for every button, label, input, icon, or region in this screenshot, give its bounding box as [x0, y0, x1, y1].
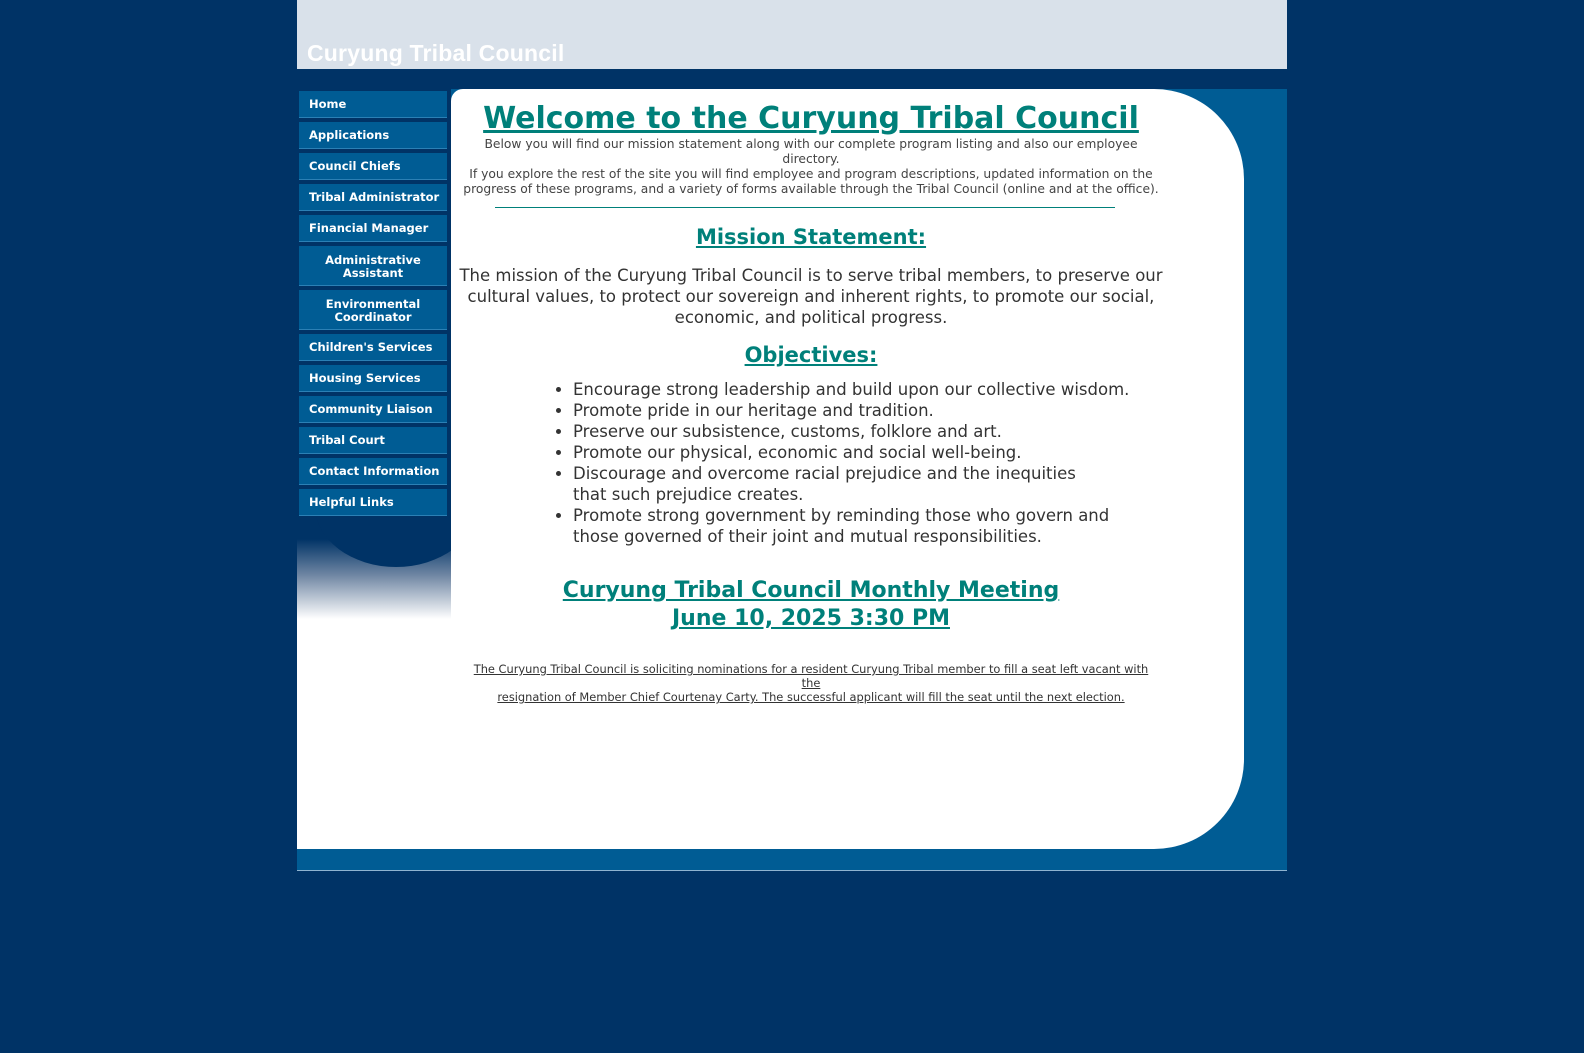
- nav-item-helpful-links[interactable]: Helpful Links: [299, 489, 447, 516]
- mission-line: cultural values, to protect our sovereig…: [467, 287, 1155, 306]
- divider: [495, 207, 1115, 208]
- notice-line: resignation of Member Chief Courtenay Ca…: [497, 690, 1125, 704]
- page-title: Welcome to the Curyung Tribal Council: [483, 101, 1139, 136]
- nav-item-community-liaison[interactable]: Community Liaison: [299, 396, 447, 423]
- nav-item-council-chiefs[interactable]: Council Chiefs: [299, 153, 447, 180]
- site-title: Curyung Tribal Council: [307, 40, 565, 66]
- content-panel: Welcome to the Curyung Tribal Council Be…: [451, 89, 1244, 849]
- nav-item-applications[interactable]: Applications: [299, 122, 447, 149]
- list-item: Promote strong government by reminding t…: [573, 505, 1153, 547]
- mission-line: The mission of the Curyung Tribal Counci…: [459, 266, 1163, 285]
- list-item: Promote our physical, economic and socia…: [573, 442, 1173, 463]
- nav-item-tribal-court[interactable]: Tribal Court: [299, 427, 447, 454]
- page-wrapper: Curyung Tribal Council Home Applications…: [297, 0, 1287, 871]
- intro-text: Below you will find our mission statemen…: [461, 137, 1161, 197]
- meeting-announcement: Curyung Tribal Council Monthly Meeting J…: [451, 577, 1171, 633]
- list-item: Promote pride in our heritage and tradit…: [573, 400, 1173, 421]
- nav-item-environmental-coordinator[interactable]: Environmental Coordinator: [299, 290, 447, 330]
- objectives-heading: Objectives:: [744, 343, 878, 367]
- main-area: Home Applications Council Chiefs Tribal …: [297, 89, 1287, 871]
- nomination-notice-link[interactable]: The Curyung Tribal Council is soliciting…: [471, 662, 1151, 704]
- nav-item-administrative-assistant[interactable]: Administrative Assistant: [299, 246, 447, 286]
- nav-item-contact-information[interactable]: Contact Information: [299, 458, 447, 485]
- mission-heading: Mission Statement:: [695, 225, 927, 249]
- nav-item-housing-services[interactable]: Housing Services: [299, 365, 447, 392]
- meeting-title: Curyung Tribal Council Monthly Meeting: [562, 578, 1060, 603]
- mission-line: economic, and political progress.: [674, 308, 948, 327]
- footer-bar: [297, 850, 1287, 871]
- site-header: Curyung Tribal Council: [297, 0, 1287, 69]
- nav-item-home[interactable]: Home: [299, 91, 447, 118]
- mission-text: The mission of the Curyung Tribal Counci…: [459, 265, 1163, 328]
- list-item: Encourage strong leadership and build up…: [573, 379, 1173, 400]
- intro-line: If you explore the rest of the site you …: [469, 167, 1153, 181]
- notice-line: The Curyung Tribal Council is soliciting…: [473, 662, 1149, 690]
- intro-line: progress of these programs, and a variet…: [463, 182, 1159, 196]
- main-nav: Home Applications Council Chiefs Tribal …: [299, 91, 447, 520]
- sidebar: Home Applications Council Chiefs Tribal …: [297, 89, 477, 849]
- objectives-list: Encourage strong leadership and build up…: [555, 379, 1173, 547]
- nav-item-childrens-services[interactable]: Children's Services: [299, 334, 447, 361]
- list-item: Preserve our subsistence, customs, folkl…: [573, 421, 1173, 442]
- meeting-date: June 10, 2025 3:30 PM: [671, 606, 950, 631]
- intro-line: Below you will find our mission statemen…: [484, 137, 1138, 166]
- list-item: Discourage and overcome racial prejudice…: [573, 463, 1113, 505]
- nav-item-tribal-administrator[interactable]: Tribal Administrator: [299, 184, 447, 211]
- nav-item-financial-manager[interactable]: Financial Manager: [299, 215, 447, 242]
